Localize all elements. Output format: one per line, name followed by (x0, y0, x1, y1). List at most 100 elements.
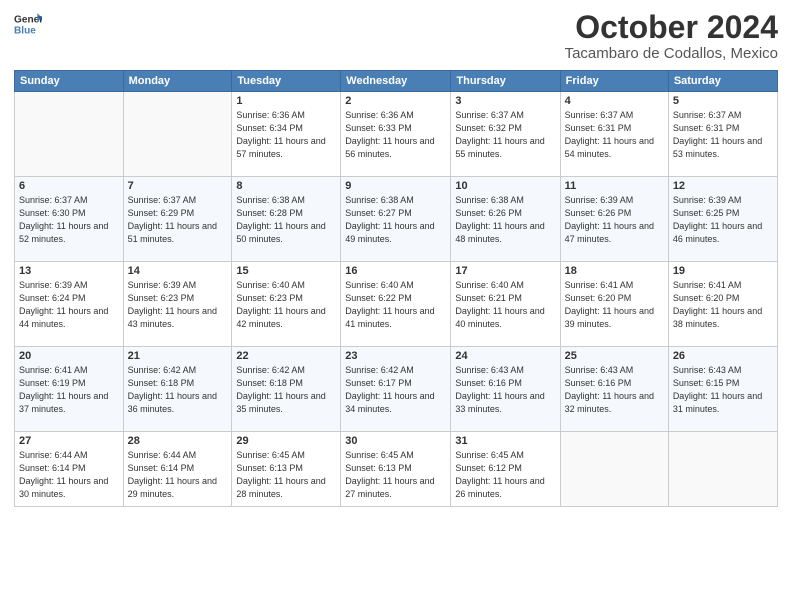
day-info: Sunrise: 6:37 AMSunset: 6:30 PMDaylight:… (19, 194, 119, 246)
calendar-table: SundayMondayTuesdayWednesdayThursdayFrid… (14, 70, 778, 507)
calendar-cell: 27Sunrise: 6:44 AMSunset: 6:14 PMDayligh… (15, 432, 124, 507)
day-info: Sunrise: 6:37 AMSunset: 6:29 PMDaylight:… (128, 194, 228, 246)
weekday-header-wednesday: Wednesday (341, 71, 451, 92)
calendar-cell: 13Sunrise: 6:39 AMSunset: 6:24 PMDayligh… (15, 262, 124, 347)
day-number: 29 (236, 435, 336, 447)
calendar-cell: 28 Sunrise: 6:44 AMSunset: 6:14 PMDayligh… (123, 432, 232, 507)
calendar-cell: 24 Sunrise: 6:43 AMSunset: 6:16 PMDayligh… (451, 347, 560, 432)
week-row-1: 1Sunrise: 6:36 AMSunset: 6:34 PMDaylight… (15, 92, 778, 177)
header: General Blue October 2024 Tacambaro de C… (14, 10, 778, 62)
calendar-cell: 29Sunrise: 6:45 AMSunset: 6:13 PMDayligh… (232, 432, 341, 507)
day-number: 5 (673, 95, 773, 107)
day-number: 15 (236, 265, 336, 277)
calendar-cell: 6 Sunrise: 6:37 AMSunset: 6:30 PMDaylight… (15, 177, 124, 262)
day-info: Sunrise: 6:38 AMSunset: 6:26 PMDaylight:… (455, 194, 555, 246)
day-info: Sunrise: 6:37 AMSunset: 6:31 PMDaylight:… (673, 109, 773, 161)
week-row-5: 27 Sunrise: 6:44 AMSunset: 6:14 PMDayligh… (15, 432, 778, 507)
day-number: 31 (455, 435, 555, 447)
weekday-header-friday: Friday (560, 71, 668, 92)
weekday-header-tuesday: Tuesday (232, 71, 341, 92)
calendar-cell: 26 Sunrise: 6:43 AMSunset: 6:15 PMDayligh… (668, 347, 777, 432)
day-info: Sunrise: 6:41 AMSunset: 6:20 PMDaylight:… (673, 279, 773, 331)
calendar-cell: 18Sunrise: 6:41 AMSunset: 6:20 PMDayligh… (560, 262, 668, 347)
week-row-3: 13Sunrise: 6:39 AMSunset: 6:24 PMDayligh… (15, 262, 778, 347)
calendar-cell (560, 432, 668, 507)
weekday-header-sunday: Sunday (15, 71, 124, 92)
day-number: 25 (565, 350, 664, 362)
day-number: 2 (345, 95, 446, 107)
day-info: Sunrise: 6:43 AMSunset: 6:16 PMDaylight:… (565, 364, 664, 416)
day-number: 16 (345, 265, 446, 277)
day-number: 19 (673, 265, 773, 277)
calendar-cell: 31 Sunrise: 6:45 AMSunset: 6:12 PMDayligh… (451, 432, 560, 507)
calendar-cell: 8Sunrise: 6:38 AMSunset: 6:28 PMDaylight… (232, 177, 341, 262)
day-number: 22 (236, 350, 336, 362)
weekday-header-saturday: Saturday (668, 71, 777, 92)
calendar-cell: 16 Sunrise: 6:40 AMSunset: 6:22 PMDayligh… (341, 262, 451, 347)
day-info: Sunrise: 6:39 AMSunset: 6:25 PMDaylight:… (673, 194, 773, 246)
week-row-2: 6 Sunrise: 6:37 AMSunset: 6:30 PMDaylight… (15, 177, 778, 262)
calendar-cell: 1Sunrise: 6:36 AMSunset: 6:34 PMDaylight… (232, 92, 341, 177)
calendar-cell: 9 Sunrise: 6:38 AMSunset: 6:27 PMDaylight… (341, 177, 451, 262)
calendar-cell: 23Sunrise: 6:42 AMSunset: 6:17 PMDayligh… (341, 347, 451, 432)
day-number: 9 (345, 180, 446, 192)
day-info: Sunrise: 6:39 AMSunset: 6:24 PMDaylight:… (19, 279, 119, 331)
day-number: 12 (673, 180, 773, 192)
day-number: 28 (128, 435, 228, 447)
calendar-cell: 21Sunrise: 6:42 AMSunset: 6:18 PMDayligh… (123, 347, 232, 432)
page-container: General Blue October 2024 Tacambaro de C… (0, 0, 792, 612)
logo: General Blue (14, 10, 42, 38)
day-number: 30 (345, 435, 446, 447)
calendar-cell: 4Sunrise: 6:37 AMSunset: 6:31 PMDaylight… (560, 92, 668, 177)
day-number: 3 (455, 95, 555, 107)
day-number: 24 (455, 350, 555, 362)
calendar-cell: 19 Sunrise: 6:41 AMSunset: 6:20 PMDayligh… (668, 262, 777, 347)
title-section: October 2024 Tacambaro de Codallos, Mexi… (565, 10, 778, 62)
svg-text:Blue: Blue (14, 25, 36, 36)
day-info: Sunrise: 6:40 AMSunset: 6:22 PMDaylight:… (345, 279, 446, 331)
day-info: Sunrise: 6:45 AMSunset: 6:13 PMDaylight:… (345, 449, 446, 501)
day-number: 6 (19, 180, 119, 192)
day-info: Sunrise: 6:43 AMSunset: 6:15 PMDaylight:… (673, 364, 773, 416)
day-info: Sunrise: 6:41 AMSunset: 6:20 PMDaylight:… (565, 279, 664, 331)
calendar-cell: 2Sunrise: 6:36 AMSunset: 6:33 PMDaylight… (341, 92, 451, 177)
calendar-cell: 22 Sunrise: 6:42 AMSunset: 6:18 PMDayligh… (232, 347, 341, 432)
calendar-cell: 30 Sunrise: 6:45 AMSunset: 6:13 PMDayligh… (341, 432, 451, 507)
day-info: Sunrise: 6:43 AMSunset: 6:16 PMDaylight:… (455, 364, 555, 416)
day-info: Sunrise: 6:39 AMSunset: 6:26 PMDaylight:… (565, 194, 664, 246)
weekday-header-monday: Monday (123, 71, 232, 92)
weekday-header-row: SundayMondayTuesdayWednesdayThursdayFrid… (15, 71, 778, 92)
calendar-cell (15, 92, 124, 177)
day-info: Sunrise: 6:42 AMSunset: 6:17 PMDaylight:… (345, 364, 446, 416)
calendar-cell: 25 Sunrise: 6:43 AMSunset: 6:16 PMDayligh… (560, 347, 668, 432)
day-info: Sunrise: 6:38 AMSunset: 6:27 PMDaylight:… (345, 194, 446, 246)
logo-icon: General Blue (14, 10, 42, 38)
calendar-cell: 7 Sunrise: 6:37 AMSunset: 6:29 PMDaylight… (123, 177, 232, 262)
day-info: Sunrise: 6:40 AMSunset: 6:23 PMDaylight:… (236, 279, 336, 331)
day-number: 26 (673, 350, 773, 362)
day-info: Sunrise: 6:44 AMSunset: 6:14 PMDaylight:… (128, 449, 228, 501)
day-info: Sunrise: 6:45 AMSunset: 6:12 PMDaylight:… (455, 449, 555, 501)
day-number: 10 (455, 180, 555, 192)
day-info: Sunrise: 6:42 AMSunset: 6:18 PMDaylight:… (236, 364, 336, 416)
day-info: Sunrise: 6:41 AMSunset: 6:19 PMDaylight:… (19, 364, 119, 416)
day-info: Sunrise: 6:36 AMSunset: 6:34 PMDaylight:… (236, 109, 336, 161)
day-number: 17 (455, 265, 555, 277)
day-number: 11 (565, 180, 664, 192)
day-info: Sunrise: 6:37 AMSunset: 6:32 PMDaylight:… (455, 109, 555, 161)
day-number: 27 (19, 435, 119, 447)
day-number: 7 (128, 180, 228, 192)
calendar-cell: 15 Sunrise: 6:40 AMSunset: 6:23 PMDayligh… (232, 262, 341, 347)
calendar-cell: 20Sunrise: 6:41 AMSunset: 6:19 PMDayligh… (15, 347, 124, 432)
month-year-title: October 2024 (565, 10, 778, 45)
weekday-header-thursday: Thursday (451, 71, 560, 92)
day-info: Sunrise: 6:38 AMSunset: 6:28 PMDaylight:… (236, 194, 336, 246)
calendar-cell: 14Sunrise: 6:39 AMSunset: 6:23 PMDayligh… (123, 262, 232, 347)
day-number: 14 (128, 265, 228, 277)
week-row-4: 20Sunrise: 6:41 AMSunset: 6:19 PMDayligh… (15, 347, 778, 432)
calendar-cell (123, 92, 232, 177)
calendar-cell: 17Sunrise: 6:40 AMSunset: 6:21 PMDayligh… (451, 262, 560, 347)
day-info: Sunrise: 6:42 AMSunset: 6:18 PMDaylight:… (128, 364, 228, 416)
calendar-cell (668, 432, 777, 507)
location-subtitle: Tacambaro de Codallos, Mexico (565, 45, 778, 62)
